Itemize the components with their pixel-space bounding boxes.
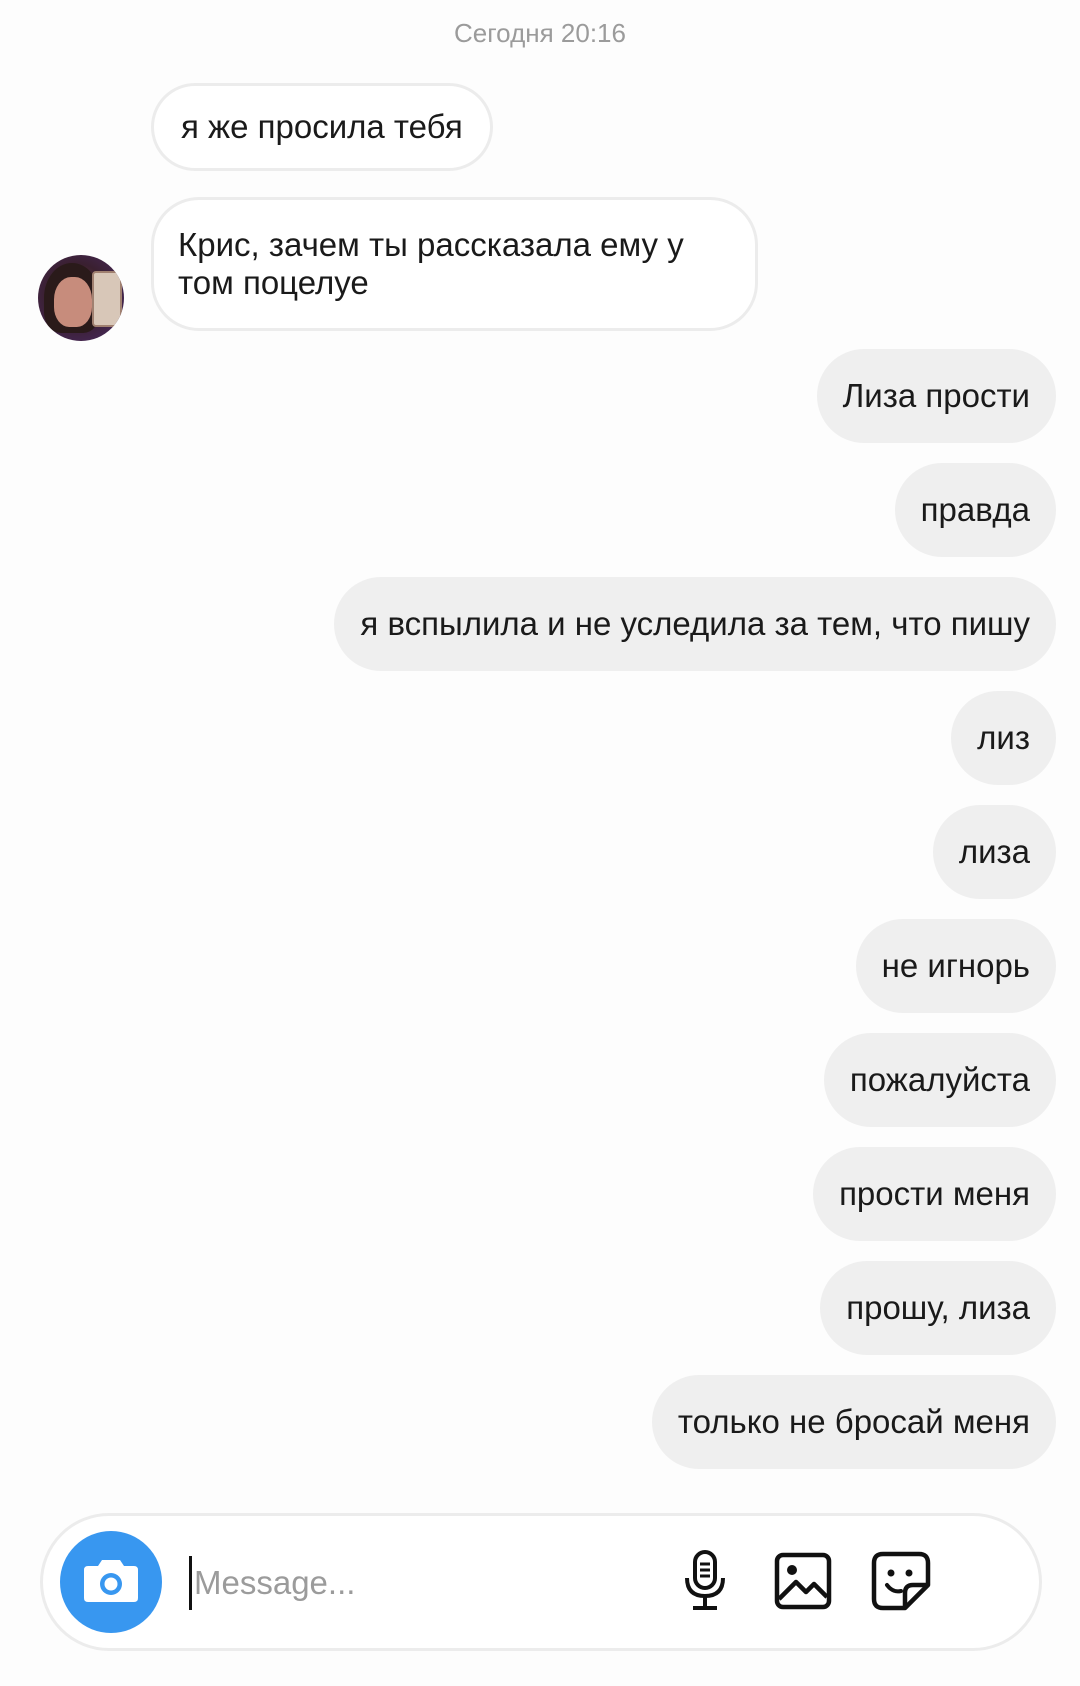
- message-bubble-outgoing[interactable]: Лиза прости: [816, 349, 1056, 443]
- message-text: лиза: [958, 833, 1030, 870]
- message-bubble-outgoing[interactable]: не игнорь: [855, 919, 1056, 1013]
- message-text: лиз: [977, 719, 1030, 756]
- message-text: Лиза прости: [842, 377, 1030, 414]
- message-text: я вспылила и не уследила за тем, что пиш…: [360, 605, 1030, 642]
- message-composer: [40, 1513, 1042, 1651]
- microphone-button[interactable]: [673, 1549, 737, 1617]
- message-text: только не бросай меня: [677, 1403, 1030, 1440]
- gallery-button[interactable]: [771, 1551, 835, 1615]
- thread-timestamp: Сегодня 20:16: [454, 18, 626, 48]
- message-text: не игнорь: [881, 947, 1030, 984]
- message-bubble-outgoing[interactable]: только не бросай меня: [651, 1375, 1056, 1469]
- avatar[interactable]: [38, 255, 124, 341]
- sticker-icon: [871, 1551, 931, 1616]
- message-bubble-outgoing[interactable]: правда: [894, 463, 1056, 557]
- message-bubble-incoming[interactable]: я же просила тебя: [151, 83, 493, 171]
- message-text: я же просила тебя: [181, 108, 463, 145]
- message-bubble-outgoing[interactable]: лиза: [932, 805, 1056, 899]
- message-bubble-outgoing[interactable]: пожалуйста: [823, 1033, 1056, 1127]
- message-bubble-incoming[interactable]: Крис, зачем ты рассказала ему у том поце…: [151, 197, 758, 331]
- message-text: пожалуйста: [849, 1061, 1030, 1098]
- message-bubble-outgoing[interactable]: прошу, лиза: [820, 1261, 1056, 1355]
- message-text: Крис, зачем ты рассказала ему у том поце…: [178, 226, 684, 301]
- message-input[interactable]: [189, 1556, 696, 1610]
- sticker-button[interactable]: [869, 1551, 933, 1615]
- message-bubble-outgoing[interactable]: лиз: [951, 691, 1056, 785]
- message-bubble-outgoing[interactable]: прости меня: [813, 1147, 1056, 1241]
- microphone-icon: [681, 1549, 729, 1617]
- message-bubble-outgoing[interactable]: я вспылила и не уследила за тем, что пиш…: [334, 577, 1056, 671]
- message-text: правда: [920, 491, 1030, 528]
- gallery-icon: [774, 1552, 832, 1615]
- message-text: прошу, лиза: [846, 1289, 1030, 1326]
- message-text: прости меня: [839, 1175, 1030, 1212]
- camera-button[interactable]: [60, 1531, 162, 1633]
- camera-icon: [82, 1556, 140, 1609]
